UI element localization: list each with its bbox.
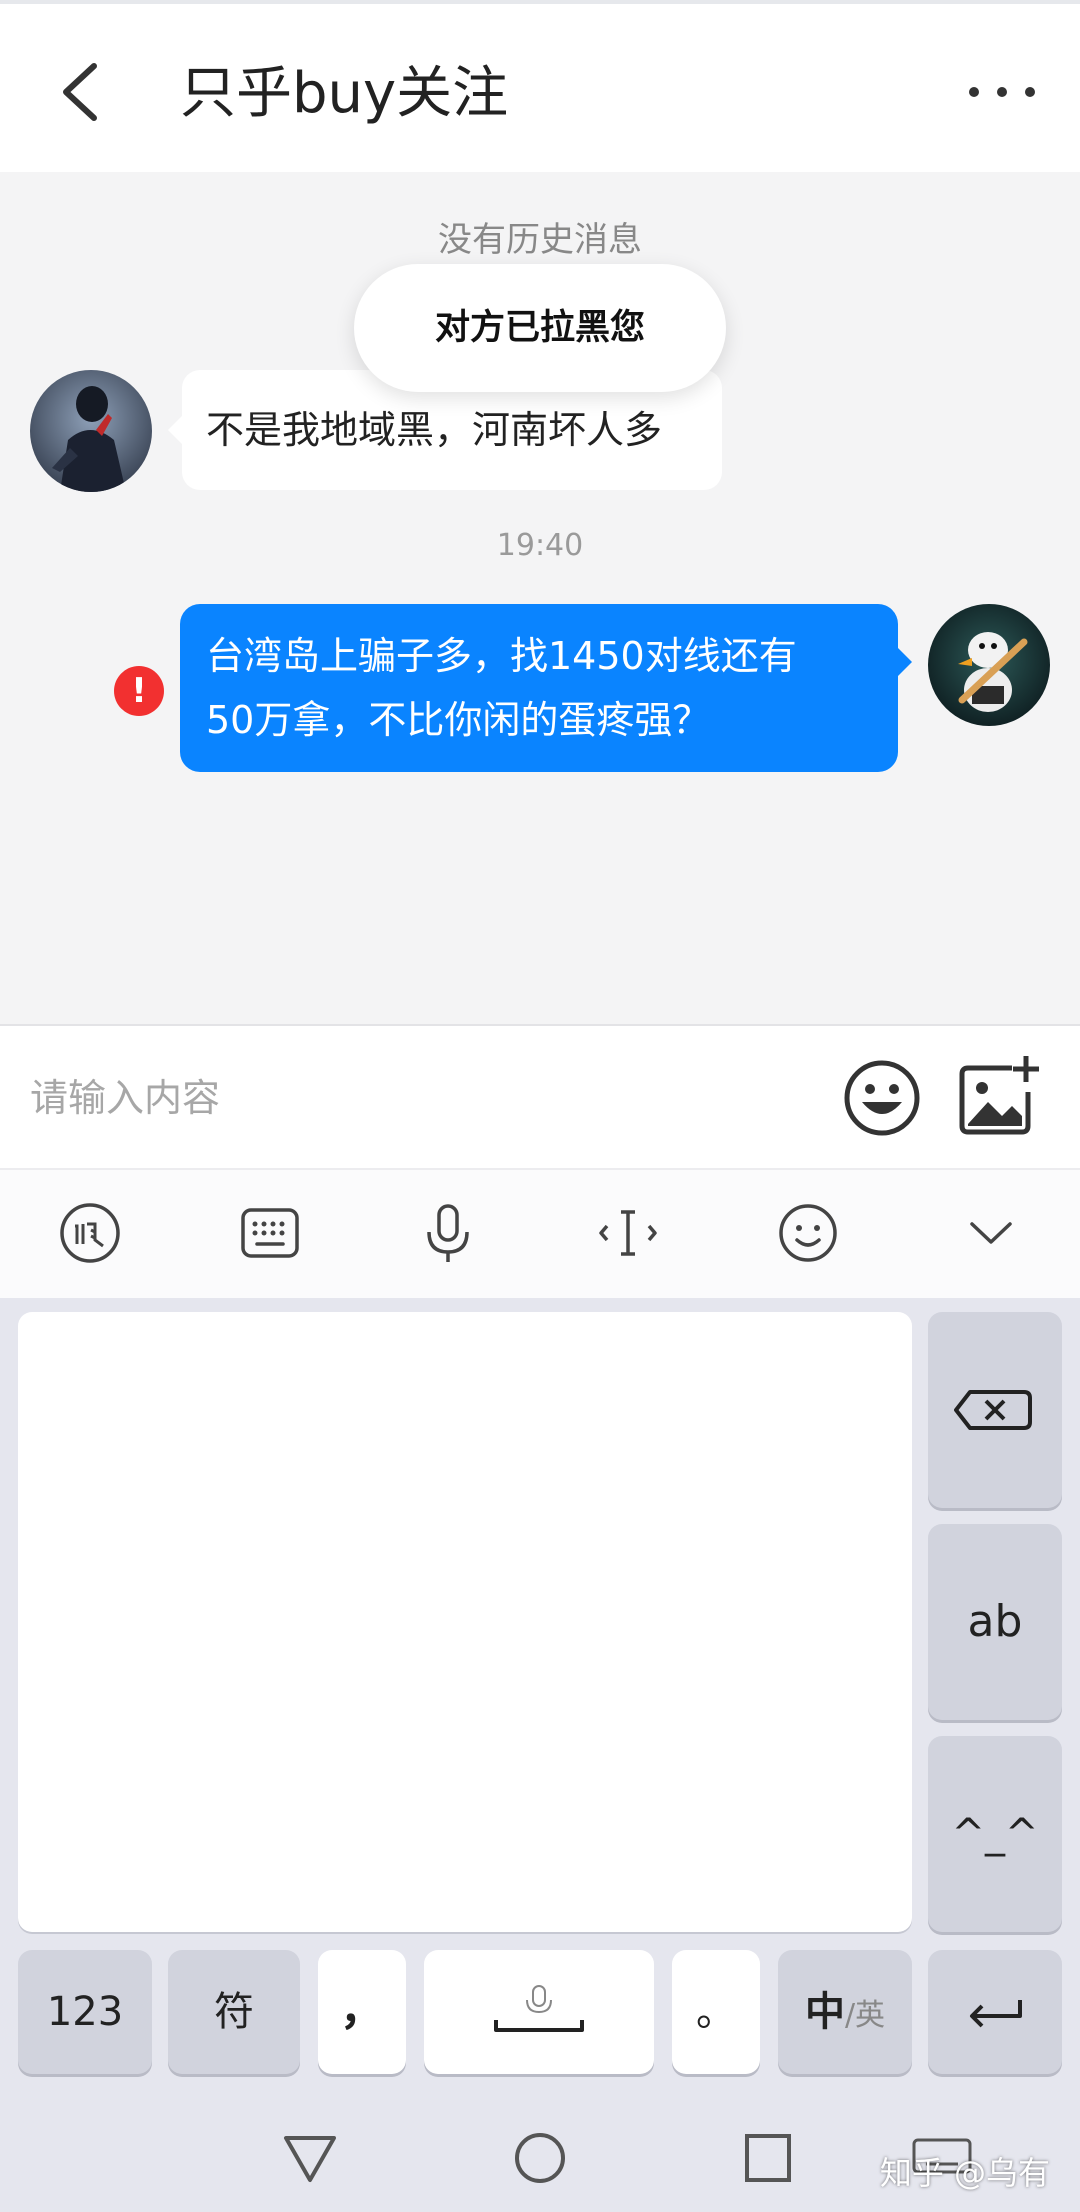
backspace-key[interactable] xyxy=(928,1312,1062,1508)
enter-arrow-icon xyxy=(970,2000,1022,2028)
spider-avatar-image xyxy=(30,370,152,492)
nav-back-button[interactable] xyxy=(280,2130,340,2186)
ime-toolbar xyxy=(0,1170,1080,1298)
emoji-face-icon[interactable] xyxy=(775,1200,841,1266)
smiley-icon xyxy=(844,1060,920,1136)
comma-key[interactable]: ， xyxy=(318,1950,406,2074)
nav-home-button[interactable] xyxy=(510,2130,570,2186)
system-nav-bar: 知乎 @乌有 xyxy=(0,2104,1080,2212)
ab-key[interactable]: ab xyxy=(928,1524,1062,1720)
blocked-toast: 对方已拉黑您 xyxy=(354,264,726,392)
duck-avatar-image xyxy=(928,604,1050,726)
backspace-icon xyxy=(954,1390,1032,1430)
message-input[interactable] xyxy=(30,1056,810,1140)
message-timestamp: 19:40 xyxy=(496,528,584,563)
handwriting-keyboard: ab ^_^ 123 符 ， 。 中/英 xyxy=(0,1298,1080,2104)
cursor-move-icon[interactable] xyxy=(595,1200,661,1266)
language-switch-key[interactable]: 中/英 xyxy=(778,1950,912,2074)
sent-message-line-2: 50万拿，不比你闲的蛋疼强？ xyxy=(206,698,711,742)
voice-input-icon[interactable] xyxy=(57,1200,123,1266)
keyboard-icon[interactable] xyxy=(237,1200,303,1266)
back-arrow-icon xyxy=(63,63,97,121)
my-avatar[interactable] xyxy=(928,604,1050,726)
other-user-avatar[interactable] xyxy=(30,370,152,492)
emoji-button[interactable] xyxy=(842,1058,922,1138)
send-failed-icon[interactable]: ! xyxy=(114,666,164,716)
more-options-button[interactable] xyxy=(964,66,1040,118)
page-title: 只乎buy关注 xyxy=(180,61,509,126)
nav-recents-button[interactable] xyxy=(738,2130,798,2186)
circle-home-icon xyxy=(515,2133,565,2183)
message-input-bar xyxy=(0,1024,1080,1170)
english-label: /英 xyxy=(844,1998,886,2033)
handwriting-pad[interactable] xyxy=(18,1312,912,1932)
space-mic-icon xyxy=(494,1985,584,2032)
microphone-icon[interactable] xyxy=(415,1200,481,1266)
add-image-icon xyxy=(959,1056,1039,1135)
numbers-key[interactable]: 123 xyxy=(18,1950,152,2074)
sent-message-bubble[interactable]: 台湾岛上骗子多，找1450对线还有 50万拿，不比你闲的蛋疼强？ xyxy=(180,604,912,772)
enter-key[interactable] xyxy=(928,1950,1062,2074)
square-recents-icon xyxy=(745,2134,791,2182)
chinese-label: 中 xyxy=(804,1989,845,2035)
zhihu-watermark: 知乎 @乌有 xyxy=(879,2154,1050,2192)
symbols-key[interactable]: 符 xyxy=(168,1950,300,2074)
collapse-chevron-icon[interactable] xyxy=(958,1200,1024,1266)
chat-area[interactable]: 没有历史消息 对方已拉黑您 不是我地域黑，河南坏人多 19:40 ! 台湾岛上骗… xyxy=(0,172,1080,1024)
space-key[interactable] xyxy=(424,1950,654,2074)
kaomoji-key[interactable]: ^_^ xyxy=(928,1736,1062,1932)
back-button[interactable] xyxy=(50,52,120,132)
triangle-back-icon xyxy=(284,2136,336,2182)
add-image-button[interactable] xyxy=(956,1054,1042,1140)
sent-message-line-1: 台湾岛上骗子多，找1450对线还有 xyxy=(206,634,797,678)
app-header: 只乎buy关注 xyxy=(0,0,1080,172)
no-history-notice: 没有历史消息 xyxy=(438,220,642,260)
period-key[interactable]: 。 xyxy=(672,1950,760,2074)
more-dots-icon xyxy=(969,87,1035,97)
